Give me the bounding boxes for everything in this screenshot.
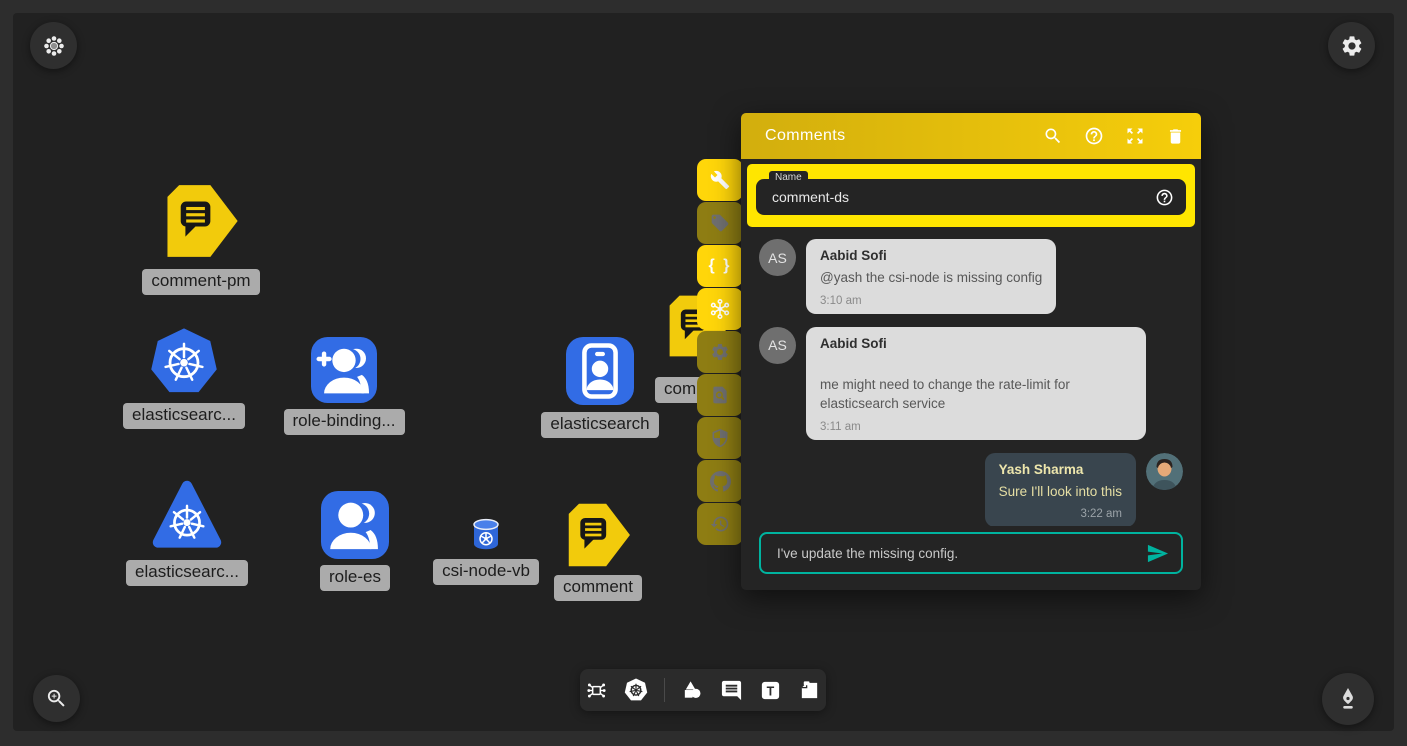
svg-text:T: T <box>767 684 775 698</box>
name-input[interactable] <box>770 188 1155 206</box>
toolbar-shield-button[interactable] <box>697 417 743 459</box>
settings-button[interactable] <box>1328 22 1375 69</box>
panel-title: Comments <box>765 127 1043 145</box>
toolbar-document-search-button[interactable] <box>697 374 743 416</box>
message-author: Aabid Sofi <box>820 248 1042 263</box>
message-author: Aabid Sofi <box>820 336 1132 351</box>
node-label: elasticsearch <box>541 412 658 438</box>
node-role-es[interactable]: role-es <box>321 491 389 591</box>
node-elasticsearch-heptagon[interactable]: elasticsearc... <box>131 327 237 429</box>
github-icon <box>710 471 731 492</box>
kubernetes-flower-icon <box>42 34 66 58</box>
message-bubble: Aabid Sofi me might need to change the r… <box>806 327 1146 440</box>
send-icon[interactable] <box>1146 542 1169 565</box>
message-bubble: Aabid Sofi @yash the csi-node is missing… <box>806 239 1056 314</box>
node-label: elasticsearc... <box>123 403 245 429</box>
comment-composer[interactable] <box>759 532 1183 574</box>
node-comment[interactable]: comment <box>558 501 638 601</box>
node-elasticsearch-badge[interactable]: elasticsearch <box>549 336 651 438</box>
bottom-toolbar: T <box>580 669 826 711</box>
pen-nib-icon <box>1336 687 1360 711</box>
toolbar-mesh-button[interactable] <box>697 288 743 330</box>
role-icon <box>321 491 389 559</box>
message-list[interactable]: AS Aabid Sofi @yash the csi-node is miss… <box>741 233 1201 526</box>
name-field-label: Name <box>769 171 808 185</box>
comment-input[interactable] <box>775 545 1138 562</box>
side-toolbar: { } <box>697 159 743 545</box>
name-field-block: Name <box>747 164 1195 227</box>
node-label: role-binding... <box>284 409 405 435</box>
pen-tool-button[interactable] <box>1322 673 1374 725</box>
comment-tool-icon[interactable] <box>720 679 743 702</box>
comments-panel: Comments Name AS <box>741 113 1201 590</box>
message-text: Sure I'll look into this <box>999 482 1122 502</box>
message-row: AS Aabid Sofi @yash the csi-node is miss… <box>759 239 1183 314</box>
message-time: 3:22 am <box>999 508 1122 520</box>
message-row: Yash Sharma Sure I'll look into this 3:2… <box>759 453 1183 526</box>
toolbar-braces-button[interactable]: { } <box>697 245 743 287</box>
comment-shape-icon <box>162 179 240 263</box>
shapes-icon[interactable] <box>681 679 704 702</box>
mesh-hub-icon <box>709 298 731 320</box>
message-text: @yash the csi-node is missing config <box>820 268 1042 288</box>
toolbar-settings-button[interactable] <box>697 331 743 373</box>
field-help-icon[interactable] <box>1155 188 1174 207</box>
node-label: role-es <box>320 565 390 591</box>
search-icon[interactable] <box>1043 126 1063 146</box>
app-logo-button[interactable] <box>30 22 77 69</box>
service-account-badge-icon <box>566 336 634 406</box>
document-search-icon <box>710 385 730 405</box>
zoom-button[interactable] <box>33 675 80 722</box>
kubernetes-icon[interactable] <box>624 678 648 702</box>
node-comment-pm[interactable]: comment-pm <box>146 179 256 295</box>
role-binding-icon <box>311 337 377 403</box>
message-text: me might need to change the rate-limit f… <box>820 375 1132 414</box>
toolbar-wrench-button[interactable] <box>697 159 743 201</box>
toolbar-github-button[interactable] <box>697 460 743 502</box>
storage-cylinder-icon <box>468 517 504 553</box>
history-icon <box>710 514 730 534</box>
node-role-binding[interactable]: role-binding... <box>288 337 400 435</box>
expand-icon[interactable] <box>1125 126 1145 146</box>
message-author: Yash Sharma <box>999 462 1122 477</box>
node-label: comment-pm <box>142 269 259 295</box>
node-label: elasticsearc... <box>126 560 248 586</box>
trash-icon[interactable] <box>1166 127 1185 146</box>
node-label: csi-node-vb <box>433 559 539 585</box>
message-bubble: Yash Sharma Sure I'll look into this 3:2… <box>985 453 1136 526</box>
gear-icon <box>710 342 730 362</box>
tag-icon <box>710 213 730 233</box>
node-label: comment <box>554 575 642 601</box>
comment-shape-icon <box>563 501 633 569</box>
toolbar-divider <box>664 678 665 702</box>
help-icon[interactable] <box>1084 126 1104 146</box>
settings-gear-icon <box>1340 34 1364 58</box>
toolbar-tag-button[interactable] <box>697 202 743 244</box>
wrench-icon <box>710 170 730 190</box>
infrastructure-icon[interactable] <box>585 679 608 702</box>
comments-panel-header[interactable]: Comments <box>741 113 1201 159</box>
toolbar-history-button[interactable] <box>697 503 743 545</box>
text-tool-icon[interactable]: T <box>759 679 782 702</box>
braces-icon: { } <box>709 257 732 275</box>
note-tool-icon[interactable] <box>798 679 821 702</box>
zoom-in-icon <box>45 687 68 710</box>
kubernetes-heptagon-icon <box>149 327 219 397</box>
message-row: AS Aabid Sofi me might need to change th… <box>759 327 1183 440</box>
avatar: AS <box>759 239 796 276</box>
shield-icon <box>710 428 730 448</box>
avatar: AS <box>759 327 796 364</box>
message-time: 3:10 am <box>820 295 1042 307</box>
message-time: 3:11 am <box>820 421 1132 433</box>
kubernetes-triangle-icon <box>149 476 225 554</box>
node-elasticsearch-triangle[interactable]: elasticsearc... <box>134 476 240 586</box>
name-field[interactable]: Name <box>756 179 1186 215</box>
node-csi-node-vb[interactable]: csi-node-vb <box>433 517 539 585</box>
yash-avatar <box>1146 453 1183 490</box>
